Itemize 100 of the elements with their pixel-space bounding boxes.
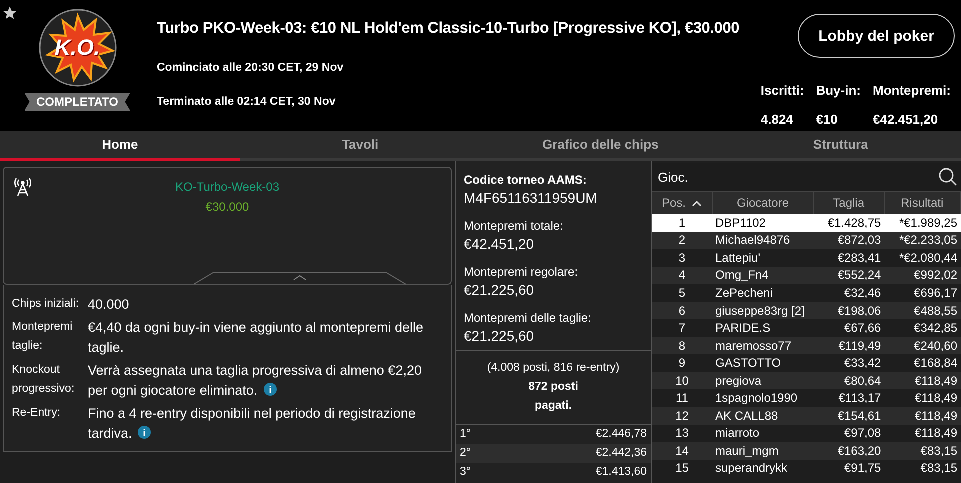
position-cell: 3 [652, 249, 712, 267]
player-cell: Lattepiu' [712, 249, 814, 267]
player-row[interactable]: 8 maremosso77 €119,49 €240,60 [652, 336, 960, 354]
player-cell: Omg_Fn4 [712, 266, 814, 284]
column-header[interactable]: Giocatore [712, 192, 814, 214]
player-row[interactable]: 13 miarroto €97,08 €118,49 [652, 424, 960, 442]
player-row[interactable]: 1 DBP1102 €1.428,75 *€1.989,25 [652, 214, 960, 232]
player-row[interactable]: 3 Lattepiu' €283,41 *€2.080,44 [652, 249, 960, 267]
prize-place: 1° [460, 427, 471, 442]
pool-value: €21.225,60 [464, 282, 536, 298]
star-icon[interactable] [3, 6, 17, 20]
column-header[interactable]: Taglia [814, 192, 884, 214]
pool-value: €21.225,60 [464, 328, 536, 344]
position-cell: 10 [652, 372, 712, 390]
collapse-handle[interactable] [194, 271, 406, 285]
player-cell: mauri_mgm [712, 442, 814, 460]
player-row[interactable]: 5 ZePecheni €32,46 €696,17 [652, 284, 960, 302]
places-text: pagati. [534, 399, 574, 414]
stat-value: €42.451,20 [873, 112, 940, 127]
player-cell: miarroto [712, 424, 814, 442]
result-cell: *€2.233,05 [884, 232, 960, 250]
tab[interactable]: Home [0, 131, 240, 161]
result-cell: €83,15 [884, 460, 960, 478]
result-cell: €696,17 [884, 284, 960, 302]
result-cell: €118,49 [884, 372, 960, 390]
stat-label: Buy-in: [816, 83, 861, 98]
bounty-cell: €113,17 [814, 389, 884, 408]
bounty-cell: €33,42 [814, 354, 884, 372]
column-header[interactable]: Risultati [884, 192, 960, 214]
column-header[interactable]: Pos. [652, 192, 712, 214]
result-cell: €240,60 [884, 336, 960, 354]
player-cell: pregiova [712, 372, 814, 390]
search-icon[interactable] [939, 168, 957, 186]
prize-amount: €2.446,78 [596, 427, 647, 442]
pool-label: Montepremi totale: [464, 219, 564, 233]
player-cell: maremosso77 [712, 336, 814, 354]
position-cell: 5 [652, 284, 712, 302]
player-cell: DBP1102 [712, 214, 814, 232]
position-cell: 6 [652, 302, 712, 320]
tournament-name: KO-Turbo-Week-03 [175, 180, 280, 194]
detail-label: Chips iniziali: [12, 297, 80, 312]
pool-value: €42.451,20 [464, 236, 536, 252]
result-cell: *€1.989,25 [884, 214, 960, 232]
player-row[interactable]: 9 GASTOTTO €33,42 €168,84 [652, 354, 960, 372]
prize-place: 3° [460, 465, 471, 480]
position-cell: 12 [652, 407, 712, 425]
info-icon[interactable] [264, 383, 277, 396]
player-cell: 1spagnolo1990 [712, 389, 814, 408]
bounty-cell: €67,66 [814, 319, 884, 337]
player-row[interactable]: 11 1spagnolo1990 €113,17 €118,49 [652, 389, 960, 408]
detail-label: Montepremi taglie: [12, 320, 74, 354]
detail-value: Fino a 4 re-entry disponibili nel periodo di registrazione tardiva. [88, 405, 417, 443]
player-cell: PARIDE.S [712, 319, 814, 337]
tournament-code: M4F65116311959UM [464, 190, 598, 206]
player-row[interactable]: 14 mauri_mgm €163,20 €83,15 [652, 442, 960, 460]
result-cell: €992,02 [884, 266, 960, 284]
player-row[interactable]: 10 pregiova €80,64 €118,49 [652, 372, 960, 390]
lobby-button[interactable]: Lobby del poker [798, 14, 955, 58]
position-cell: 4 [652, 266, 712, 284]
player-cell: superandrykk [712, 460, 814, 478]
result-cell: €168,84 [884, 354, 960, 372]
stat-label: Montepremi: [873, 83, 951, 98]
code-label: Codice torneo AAMS: [464, 173, 588, 187]
start-time: Cominciato alle 20:30 CET, 29 Nov [157, 62, 345, 74]
bounty-cell: €80,64 [814, 372, 884, 390]
player-cell: ZePecheni [712, 284, 814, 302]
bounty-cell: €552,24 [814, 266, 884, 284]
stat-value: €10 [816, 112, 839, 127]
stat-label: Iscritti: [760, 83, 804, 98]
bounty-cell: €872,03 [814, 232, 884, 250]
player-row[interactable]: 15 superandrykk €91,75 €83,15 [652, 460, 960, 478]
player-cell: giuseppe83rg [2] [712, 302, 814, 320]
bounty-cell: €32,46 [814, 284, 884, 302]
end-time: Terminato alle 02:14 CET, 30 Nov [157, 96, 337, 108]
guaranteed-prize: €30.000 [206, 200, 250, 214]
player-row[interactable]: 2 Michael94876 €872,03 *€2.233,05 [652, 232, 960, 250]
position-cell: 15 [652, 460, 712, 478]
result-cell: €118,49 [884, 389, 960, 408]
player-cell: GASTOTTO [712, 354, 814, 372]
prize-amount: €2.442,36 [596, 446, 647, 461]
player-row[interactable]: 12 AK CALL88 €154,61 €118,49 [652, 407, 960, 425]
places-text: 872 posti [528, 380, 580, 395]
player-cell: AK CALL88 [712, 407, 814, 425]
bounty-cell: €163,20 [814, 442, 884, 460]
detail-value: 40.000 [88, 296, 130, 314]
position-cell: 2 [652, 232, 712, 250]
antenna-icon [13, 177, 33, 197]
prize-amount: €1.413,60 [596, 465, 647, 480]
pool-label: Montepremi regolare: [464, 265, 580, 279]
detail-value: Verrà assegnata una taglia progressiva di almeno €2,20 per ogni giocatore eliminato. [88, 362, 423, 400]
bounty-cell: €91,75 [814, 460, 884, 478]
info-icon[interactable] [138, 426, 152, 439]
position-cell: 11 [652, 389, 712, 408]
detail-label: Knockout progressivo: [12, 363, 76, 397]
player-cell: Michael94876 [712, 232, 814, 250]
stat-value: 4.824 [760, 112, 794, 127]
player-row[interactable]: 7 PARIDE.S €67,66 €342,85 [652, 319, 960, 337]
detail-label: Re-Entry: [12, 406, 62, 421]
bounty-cell: €97,08 [814, 424, 884, 442]
prize-place: 2° [460, 446, 471, 461]
